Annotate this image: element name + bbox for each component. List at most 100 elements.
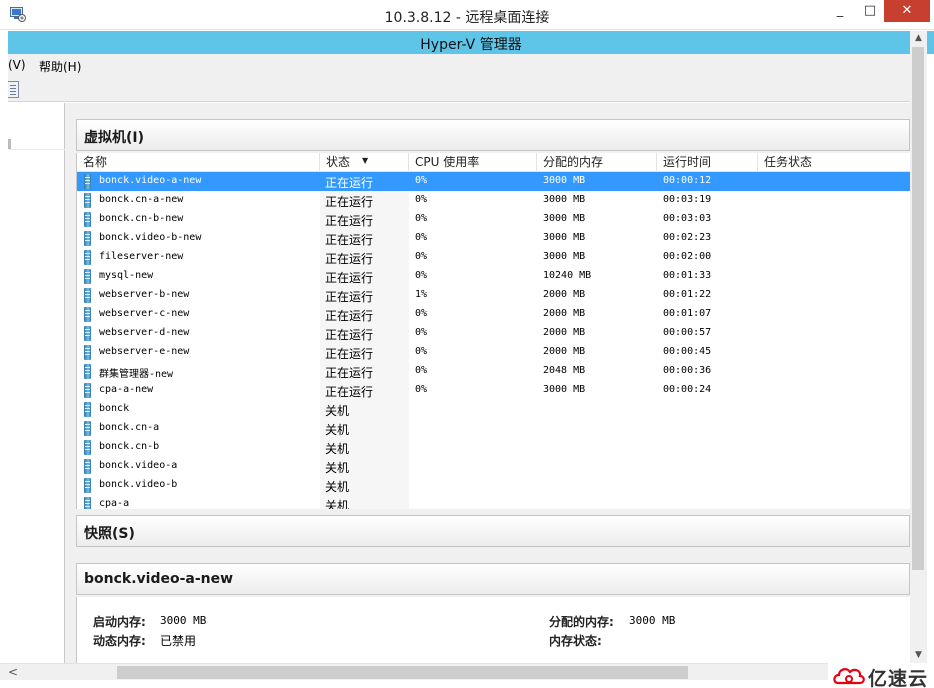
vm-assigned-memory: 3000 MB — [543, 194, 586, 205]
vm-uptime: 00:00:12 — [663, 175, 712, 186]
console-tree-icon[interactable] — [8, 81, 19, 98]
table-row[interactable]: bonck.video-b-new 正在运行 0% 3000 MB 00:02:23 — [77, 229, 910, 248]
tree-node-marker — [8, 139, 11, 149]
table-row[interactable]: bonck 关机 — [77, 400, 910, 419]
vm-uptime: 00:03:19 — [663, 194, 712, 205]
table-row[interactable]: 群集管理器-new 正在运行 0% 2048 MB 00:00:36 — [77, 362, 910, 381]
scroll-left-arrow-icon[interactable]: < — [8, 665, 18, 679]
vm-assigned-memory: 3000 MB — [543, 175, 586, 186]
main-content: 虚拟机(I) 名称 状态 CPU 使用率 分配的内存 运行时间 任务状态 ▼ b… — [76, 103, 910, 663]
table-row[interactable]: bonck.video-a 关机 — [77, 457, 910, 476]
vm-status: 正在运行 — [325, 252, 374, 266]
minimize-button[interactable]: _ — [825, 0, 855, 22]
vm-uptime: 00:00:24 — [663, 384, 712, 395]
virtual-machine-icon — [84, 193, 91, 208]
column-assigned-memory[interactable]: 分配的内存 — [537, 153, 657, 172]
table-row[interactable]: webserver-b-new 正在运行 1% 2000 MB 00:01:22 — [77, 286, 910, 305]
vm-assigned-memory: 3000 MB — [543, 232, 586, 243]
table-row[interactable]: webserver-e-new 正在运行 0% 2000 MB 00:00:45 — [77, 343, 910, 362]
virtual-machine-icon — [84, 421, 91, 436]
table-row[interactable]: bonck.cn-b 关机 — [77, 438, 910, 457]
vm-name: cpa-a-new — [99, 384, 154, 395]
vm-name: bonck.cn-b-new — [99, 213, 184, 224]
virtual-machine-icon — [84, 212, 91, 227]
rdp-titlebar: 10.3.8.12 - 远程桌面连接 _ □ ✕ — [0, 0, 934, 30]
vm-status: 关机 — [325, 499, 350, 509]
menu-help[interactable]: 帮助(H) — [39, 58, 81, 75]
column-cpu-usage[interactable]: CPU 使用率 — [409, 153, 537, 172]
table-row[interactable]: webserver-c-new 正在运行 0% 2000 MB 00:01:07 — [77, 305, 910, 324]
vm-assigned-memory: 2048 MB — [543, 365, 586, 376]
virtual-machine-icon — [84, 326, 91, 341]
virtual-machine-icon — [84, 364, 91, 379]
snapshots-header[interactable]: 快照(S) — [76, 515, 910, 547]
vm-status: 正在运行 — [325, 195, 374, 209]
vm-name: bonck.video-b — [99, 479, 178, 490]
cloud-logo-icon — [833, 668, 865, 685]
vm-cpu-usage: 0% — [415, 270, 428, 281]
table-row[interactable]: webserver-d-new 正在运行 0% 2000 MB 00:00:57 — [77, 324, 910, 343]
table-row[interactable]: bonck.cn-b-new 正在运行 0% 3000 MB 00:03:03 — [77, 210, 910, 229]
vm-cpu-usage: 0% — [415, 308, 428, 319]
horizontal-scrollbar[interactable]: < — [0, 663, 934, 680]
virtual-machine-icon — [84, 402, 91, 417]
watermark-text: 亿速云 — [868, 668, 929, 688]
table-row[interactable]: mysql-new 正在运行 0% 10240 MB 00:01:33 — [77, 267, 910, 286]
vm-assigned-memory: 2000 MB — [543, 308, 586, 319]
assigned-memory-label: 分配的内存: — [549, 615, 614, 629]
virtual-machines-title: 虚拟机(I) — [84, 130, 145, 146]
vm-uptime: 00:01:33 — [663, 270, 712, 281]
column-name[interactable]: 名称 — [77, 153, 320, 172]
table-row[interactable]: bonck.cn-a-new 正在运行 0% 3000 MB 00:03:19 — [77, 191, 910, 210]
virtual-machine-icon — [84, 250, 91, 265]
scroll-down-arrow-icon[interactable]: ▼ — [910, 648, 927, 663]
navigation-tree[interactable] — [8, 110, 65, 150]
vm-status: 关机 — [325, 423, 350, 437]
vm-cpu-usage: 0% — [415, 232, 428, 243]
menu-view[interactable]: (V) — [8, 58, 26, 72]
vm-name: cpa-a — [99, 498, 130, 509]
table-row[interactable]: bonck.cn-a 关机 — [77, 419, 910, 438]
vm-status: 正在运行 — [325, 290, 374, 304]
table-row[interactable]: cpa-a-new 正在运行 0% 3000 MB 00:00:24 — [77, 381, 910, 400]
table-row[interactable]: cpa-a 关机 — [77, 495, 910, 509]
vm-cpu-usage: 0% — [415, 175, 428, 186]
vm-name: bonck.video-a — [99, 460, 178, 471]
column-task-status[interactable]: 任务状态 — [758, 153, 910, 172]
startup-memory-value: 3000 MB — [160, 614, 207, 627]
vm-name: webserver-b-new — [99, 289, 190, 300]
vm-cpu-usage: 0% — [415, 251, 428, 262]
table-row[interactable]: fileserver-new 正在运行 0% 3000 MB 00:02:00 — [77, 248, 910, 267]
table-row[interactable]: bonck.video-a-new 正在运行 0% 3000 MB 00:00:12 — [77, 172, 910, 191]
virtual-machines-header[interactable]: 虚拟机(I) — [76, 119, 910, 151]
vm-uptime: 00:03:03 — [663, 213, 712, 224]
scroll-up-arrow-icon[interactable]: ▲ — [910, 31, 927, 46]
column-uptime[interactable]: 运行时间 — [657, 153, 758, 172]
vm-name: webserver-c-new — [99, 308, 190, 319]
vm-uptime: 00:00:36 — [663, 365, 712, 376]
vm-cpu-usage: 0% — [415, 194, 428, 205]
table-row[interactable]: bonck.video-b 关机 — [77, 476, 910, 495]
horizontal-scroll-thumb[interactable] — [117, 666, 688, 679]
vm-status: 正在运行 — [325, 271, 374, 285]
vm-details-title: bonck.video-a-new — [84, 571, 234, 587]
vm-assigned-memory: 2000 MB — [543, 289, 586, 300]
vm-name: bonck — [99, 403, 130, 414]
vm-assigned-memory: 2000 MB — [543, 327, 586, 338]
pane-splitter[interactable] — [65, 103, 76, 663]
vm-list-column-headers: 名称 状态 CPU 使用率 分配的内存 运行时间 任务状态 ▼ — [77, 153, 910, 172]
vm-status: 关机 — [325, 404, 350, 418]
toolbar — [8, 76, 910, 102]
vm-name: webserver-e-new — [99, 346, 190, 357]
close-button[interactable]: ✕ — [884, 0, 930, 22]
sort-descending-icon: ▼ — [362, 156, 369, 165]
vm-uptime: 00:01:07 — [663, 308, 712, 319]
vertical-scroll-thumb[interactable] — [912, 47, 924, 570]
vm-status: 正在运行 — [325, 366, 374, 380]
menubar: (V) 帮助(H) — [8, 54, 910, 76]
vm-uptime: 00:02:00 — [663, 251, 712, 262]
maximize-button[interactable]: □ — [855, 0, 885, 22]
vm-details-header[interactable]: bonck.video-a-new — [76, 563, 910, 595]
vm-name: bonck.video-b-new — [99, 232, 202, 243]
vertical-scrollbar[interactable]: ▲ ▼ — [910, 31, 927, 663]
